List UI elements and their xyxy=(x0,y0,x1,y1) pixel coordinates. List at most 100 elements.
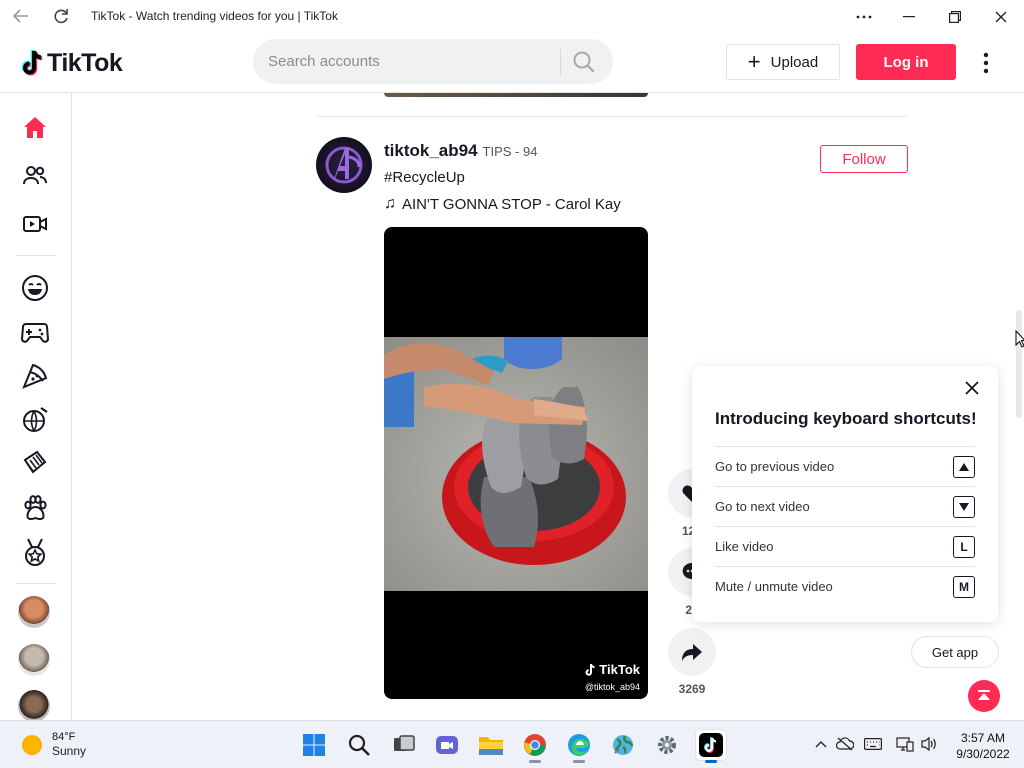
previous-video-edge xyxy=(384,93,648,97)
tiktok-logo[interactable]: TikTok xyxy=(20,47,123,79)
tiktok-note-icon xyxy=(21,49,43,76)
shortcut-key: L xyxy=(953,535,975,558)
scrollbar-thumb[interactable] xyxy=(1016,310,1022,418)
popup-title: Introducing keyboard shortcuts! xyxy=(715,409,977,428)
keyboard-icon[interactable] xyxy=(864,735,882,753)
post-hashtag[interactable]: #RecycleUp xyxy=(384,169,465,186)
sidebar xyxy=(0,93,72,722)
comedy-icon[interactable] xyxy=(18,271,52,305)
close-icon[interactable] xyxy=(962,378,982,398)
login-button[interactable]: Log in xyxy=(856,44,956,80)
more-menu-icon[interactable] xyxy=(976,51,996,75)
shortcut-row: Go to previous video xyxy=(715,446,975,486)
following-icon[interactable] xyxy=(18,159,52,193)
post-nickname: TIPS - 94 xyxy=(482,144,538,159)
shortcut-label: Go to next video xyxy=(715,499,810,514)
running-indicator xyxy=(529,760,541,763)
maps-globe-icon[interactable] xyxy=(608,730,638,760)
file-explorer-icon[interactable] xyxy=(476,730,506,760)
tiktok-note-icon xyxy=(585,663,595,676)
share-icon xyxy=(682,644,702,661)
beauty-icon[interactable] xyxy=(18,447,52,481)
music-note-icon: ♫ xyxy=(384,195,396,212)
video-watermark: TikTok xyxy=(584,662,640,677)
video-player[interactable]: TikTok @tiktok_ab94 xyxy=(384,227,648,699)
weather-temperature: 84°F xyxy=(52,731,76,743)
post-author[interactable]: tiktok_ab94 TIPS - 94 xyxy=(384,141,537,161)
network-icon[interactable] xyxy=(896,735,914,753)
avengers-logo-icon xyxy=(325,146,363,184)
title-bar: TikTok - Watch trending videos for you |… xyxy=(0,0,1024,33)
upload-label: Upload xyxy=(770,53,819,71)
sun-icon xyxy=(22,734,42,755)
start-menu-icon[interactable] xyxy=(299,730,329,760)
follow-button[interactable]: Follow xyxy=(820,145,908,173)
minimize-icon[interactable] xyxy=(886,0,932,33)
gaming-icon[interactable] xyxy=(18,315,52,349)
get-app-button[interactable]: Get app xyxy=(911,636,999,668)
sidebar-divider xyxy=(16,255,56,256)
search-icon[interactable] xyxy=(571,49,599,75)
share-button[interactable] xyxy=(668,628,716,676)
task-view-icon[interactable] xyxy=(389,730,419,760)
watermark-user: @tiktok_ab94 xyxy=(584,682,640,692)
travel-icon[interactable] xyxy=(18,403,52,437)
search-input[interactable]: Search accounts xyxy=(268,53,380,70)
home-icon[interactable] xyxy=(18,111,52,145)
shortcut-row: Mute / unmute video M xyxy=(715,566,975,606)
arrow-up-key-icon xyxy=(953,455,975,478)
top-header: TikTok Search accounts + Upload Log in xyxy=(0,33,1024,93)
plus-icon: + xyxy=(747,49,761,74)
windows-taskbar: 84°F Sunny 3:57 AM 9/30/2022 xyxy=(0,720,1024,768)
search-taskbar-icon[interactable] xyxy=(344,730,374,760)
search-bar[interactable]: Search accounts xyxy=(253,39,613,84)
post-username[interactable]: tiktok_ab94 xyxy=(384,141,478,161)
onedrive-offline-icon[interactable] xyxy=(836,735,854,753)
settings-gear-icon[interactable] xyxy=(652,730,682,760)
food-icon[interactable] xyxy=(18,359,52,393)
back-arrow-icon[interactable] xyxy=(10,6,32,26)
close-window-icon[interactable] xyxy=(978,0,1024,33)
reload-icon[interactable] xyxy=(51,6,73,26)
weather-widget[interactable]: 84°F Sunny xyxy=(22,730,86,759)
shortcut-row: Go to next video xyxy=(715,486,975,526)
teams-chat-icon[interactable] xyxy=(432,730,462,760)
active-indicator xyxy=(705,760,717,763)
restore-icon[interactable] xyxy=(932,0,978,33)
more-options-icon[interactable] xyxy=(841,0,887,33)
edge-icon[interactable] xyxy=(564,730,594,763)
search-divider xyxy=(560,49,561,75)
feed-divider xyxy=(317,116,907,117)
shortcut-label: Like video xyxy=(715,539,774,554)
weather-condition: Sunny xyxy=(52,744,87,758)
keyboard-shortcuts-popup: Introducing keyboard shortcuts! Go to pr… xyxy=(692,366,998,622)
tiktok-taskbar-icon[interactable] xyxy=(696,730,726,763)
scroll-to-top-button[interactable] xyxy=(968,680,1000,712)
mouse-cursor-icon xyxy=(1015,329,1024,348)
shortcut-key: M xyxy=(953,575,975,598)
animals-icon[interactable] xyxy=(18,491,52,525)
system-clock[interactable]: 3:57 AM 9/30/2022 xyxy=(948,730,1018,762)
logo-text: TikTok xyxy=(47,48,123,77)
running-indicator xyxy=(573,760,585,763)
share-count: 3269 xyxy=(678,682,706,696)
suggested-account-avatar[interactable] xyxy=(18,596,50,628)
live-icon[interactable] xyxy=(18,207,52,241)
arrow-down-key-icon xyxy=(953,495,975,518)
upload-button[interactable]: + Upload xyxy=(726,44,840,80)
volume-icon[interactable] xyxy=(920,735,938,753)
sports-icon[interactable] xyxy=(18,535,52,569)
music-title[interactable]: AIN'T GONNA STOP - Carol Kay xyxy=(402,196,621,213)
suggested-account-avatar[interactable] xyxy=(18,644,50,676)
post-author-avatar[interactable] xyxy=(316,137,372,193)
shortcut-label: Mute / unmute video xyxy=(715,579,833,594)
chrome-icon[interactable] xyxy=(520,730,550,763)
watermark-text: TikTok xyxy=(599,662,640,677)
suggested-account-avatar[interactable] xyxy=(18,690,50,722)
shortcut-label: Go to previous video xyxy=(715,459,835,474)
post-music[interactable]: ♫ AIN'T GONNA STOP - Carol Kay xyxy=(384,195,621,213)
clock-date: 9/30/2022 xyxy=(956,747,1010,761)
window-title: TikTok - Watch trending videos for you |… xyxy=(91,9,338,23)
video-frame xyxy=(384,337,648,591)
show-hidden-icons-chevron-icon[interactable] xyxy=(812,735,830,753)
